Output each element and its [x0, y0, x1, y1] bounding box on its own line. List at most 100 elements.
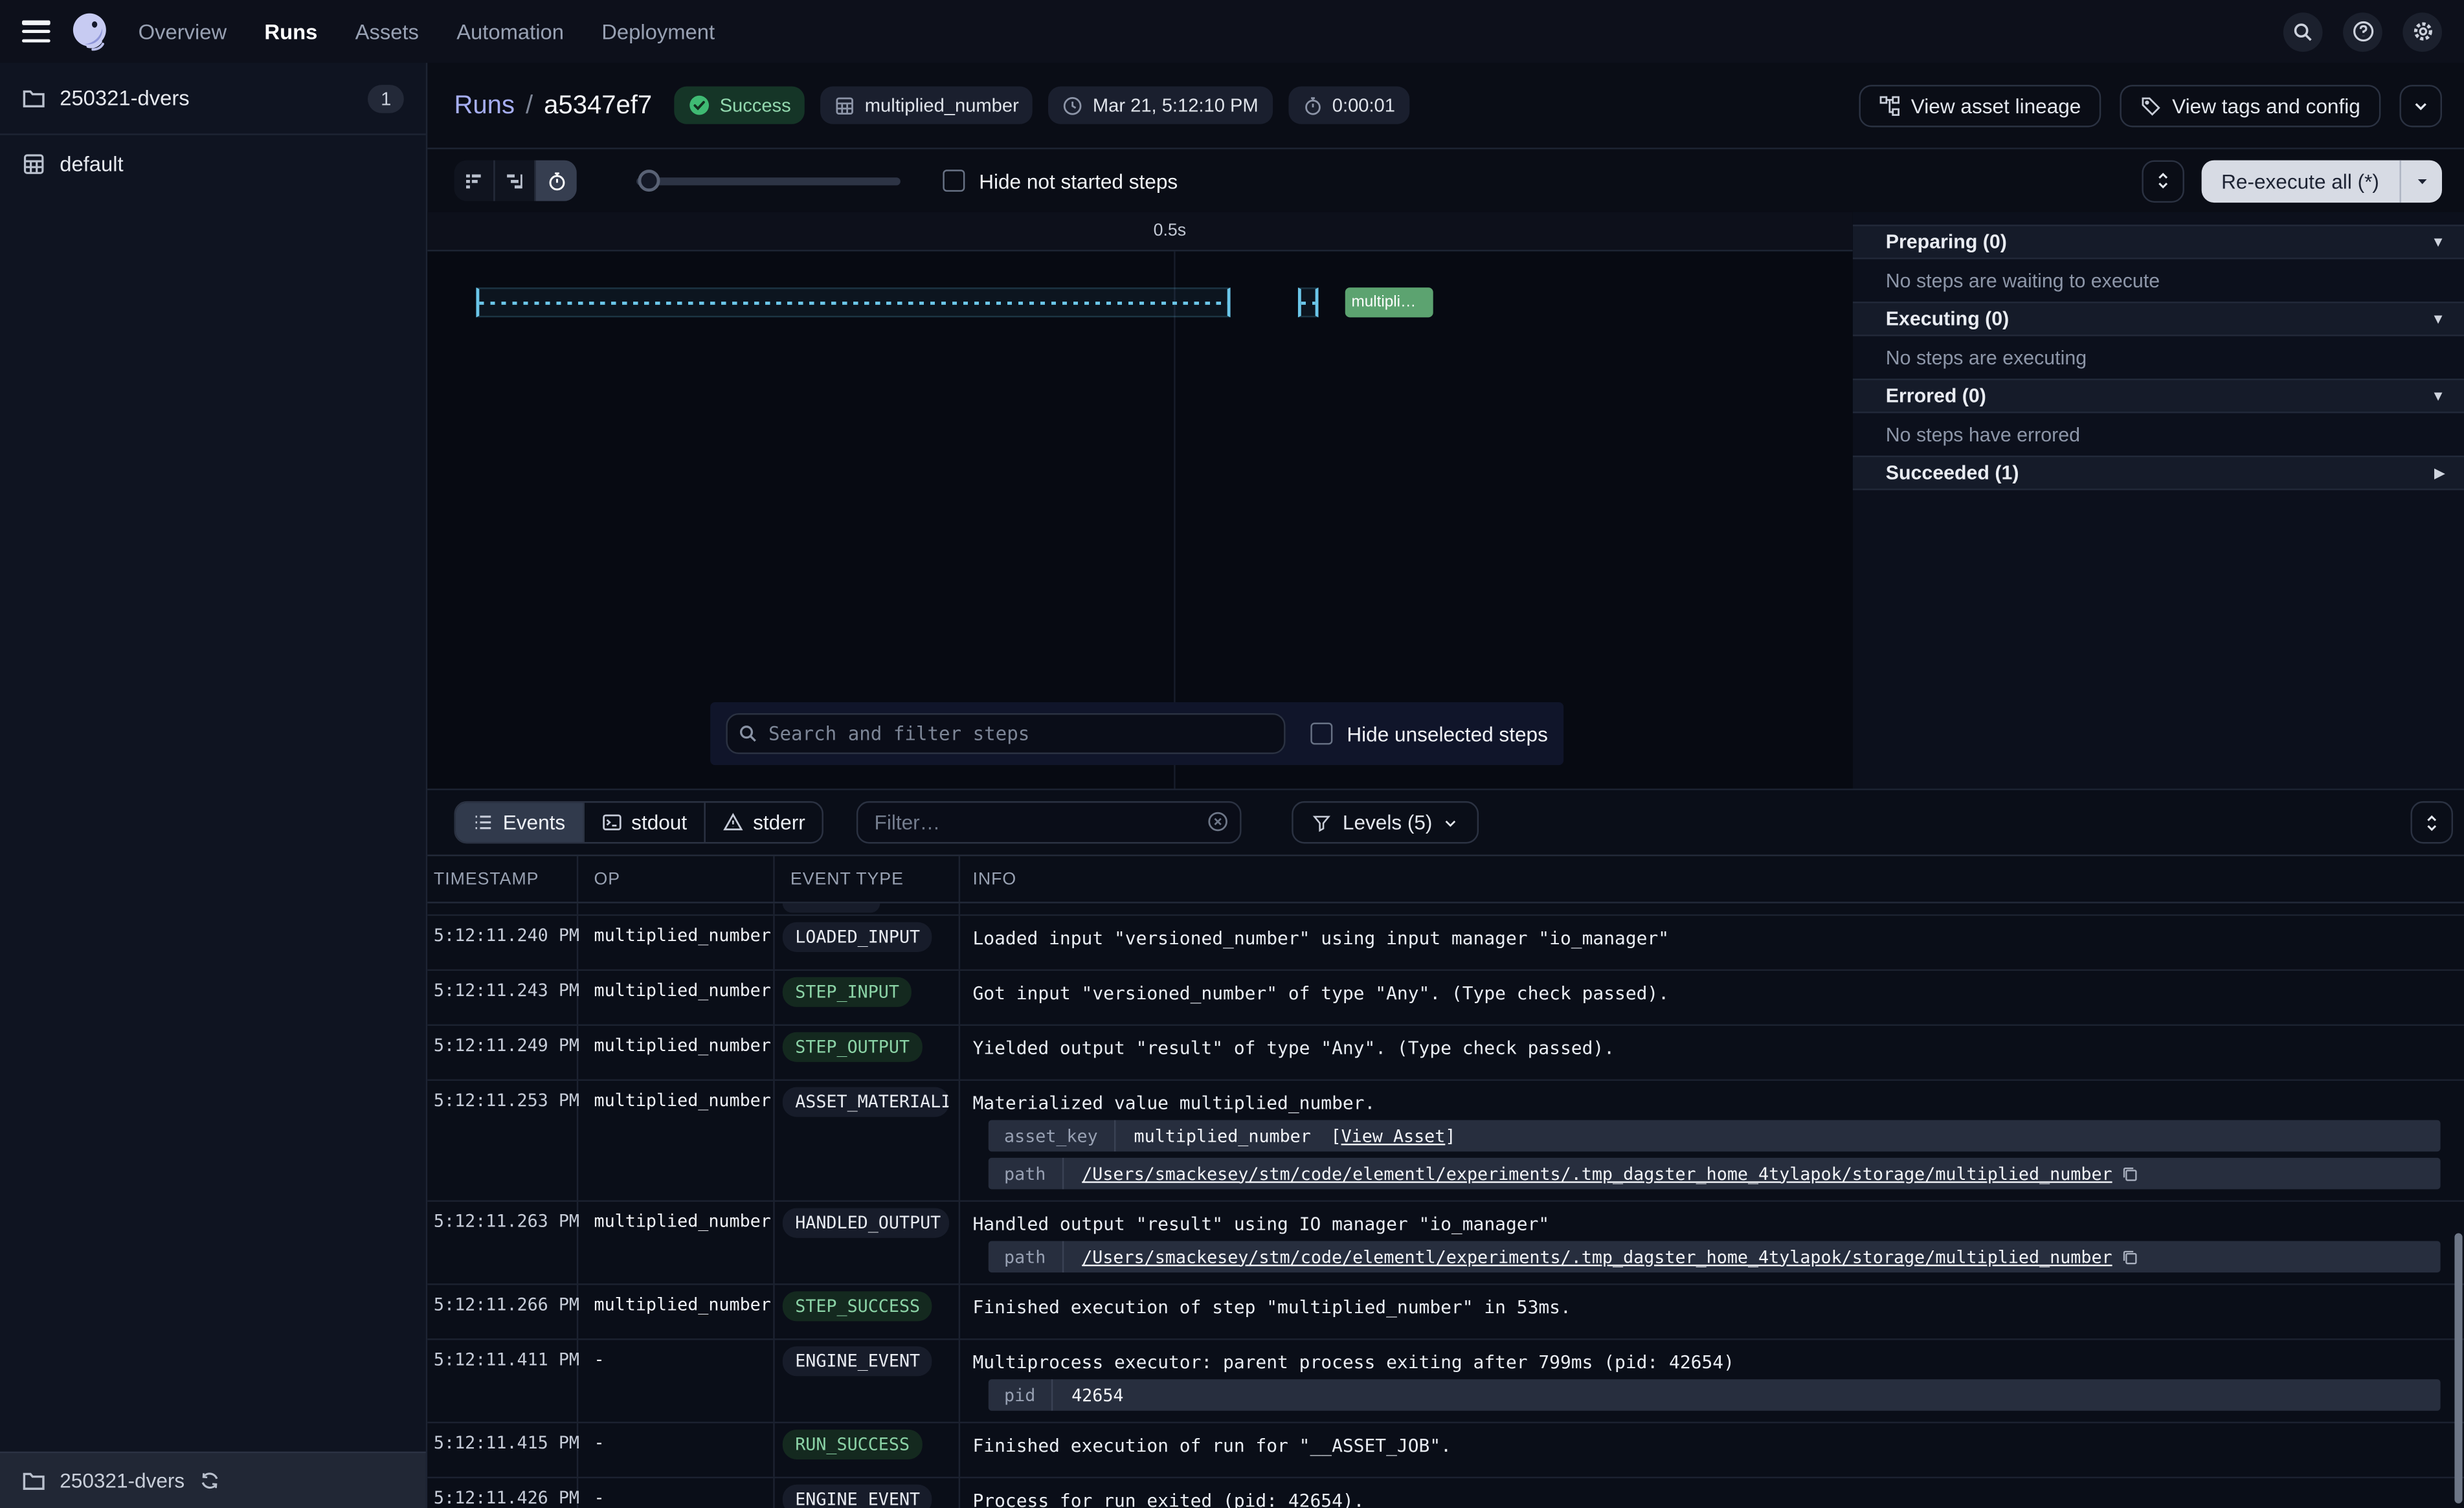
- tab-stdout[interactable]: stdout: [584, 803, 706, 842]
- table-row[interactable]: 5:12:11.253 PMmultiplied_numberASSET_MAT…: [427, 1081, 2464, 1202]
- column-header-event-type: EVENT TYPE: [775, 856, 960, 902]
- table-row-partial[interactable]: [427, 904, 2464, 916]
- help-button[interactable]: [2343, 12, 2382, 51]
- view-mode-waterfall-button[interactable]: [495, 161, 536, 201]
- gantt-zoom-slider[interactable]: [636, 161, 901, 201]
- tag-icon: [2141, 95, 2162, 116]
- path-link[interactable]: /Users/smackesey/stm/code/elementl/exper…: [1082, 1163, 2112, 1184]
- breadcrumb-runs-link[interactable]: Runs: [454, 91, 515, 120]
- metadata-value-text: multiplied_number: [1134, 1125, 1311, 1146]
- reexecute-all-button[interactable]: Re-execute all (*): [2201, 159, 2401, 202]
- event-timestamp: 5:12:11.253 PM: [427, 1081, 578, 1200]
- event-type-badge: STEP_OUTPUT: [783, 1032, 923, 1062]
- copy-icon[interactable]: [2122, 1248, 2139, 1265]
- step-status-panel: Preparing (0) ▼ No steps are waiting to …: [1853, 212, 2464, 789]
- slider-track[interactable]: [636, 177, 901, 185]
- topnav-actions: [2283, 12, 2442, 51]
- hide-not-started-label: Hide not started steps: [979, 169, 1178, 192]
- clear-filter-icon[interactable]: [1207, 810, 1229, 832]
- menu-icon[interactable]: [22, 21, 50, 43]
- nav-item-runs[interactable]: Runs: [264, 19, 317, 43]
- nav-item-assets[interactable]: Assets: [355, 19, 419, 43]
- event-type-badge: LOADED_INPUT: [783, 922, 933, 952]
- section-errored-header[interactable]: Errored (0) ▼: [1853, 379, 2464, 413]
- event-type-badge: RUN_SUCCESS: [783, 1430, 923, 1459]
- unfold-icon: [2423, 813, 2441, 832]
- section-preparing-header[interactable]: Preparing (0) ▼: [1853, 225, 2464, 259]
- metadata-label: path: [989, 1158, 1063, 1190]
- section-succeeded-header[interactable]: Succeeded (1) ▶: [1853, 456, 2464, 490]
- caret-down-icon: ▼: [2431, 311, 2445, 327]
- step-search-input[interactable]: [726, 713, 1285, 754]
- hide-not-started-checkbox[interactable]: [943, 170, 965, 192]
- search-button[interactable]: [2283, 12, 2323, 51]
- event-op: -: [578, 1423, 774, 1477]
- view-tags-config-button[interactable]: View tags and config: [2120, 84, 2380, 127]
- table-row[interactable]: 5:12:11.426 PM-ENGINE_EVENTProcess for r…: [427, 1478, 2464, 1508]
- event-info-text: Yielded output "result" of type "Any". (…: [972, 1037, 2463, 1059]
- event-op: multiplied_number: [578, 1285, 774, 1339]
- levels-filter-button[interactable]: Levels (5): [1292, 801, 1479, 844]
- lineage-icon: [1879, 95, 1900, 116]
- gantt-wait-span-small[interactable]: [1298, 287, 1319, 317]
- expand-log-button[interactable]: [2410, 801, 2453, 844]
- nav-item-overview[interactable]: Overview: [139, 19, 227, 43]
- section-executing-header[interactable]: Executing (0) ▼: [1853, 302, 2464, 336]
- top-nav: Overview Runs Assets Automation Deployme…: [0, 0, 2464, 63]
- clock-icon: [1063, 95, 1084, 116]
- slider-handle[interactable]: [638, 170, 660, 192]
- event-info-text: Materialized value multiplied_number.: [972, 1092, 2463, 1114]
- tab-stderr[interactable]: stderr: [706, 803, 822, 842]
- run-id: a5347ef7: [544, 91, 652, 120]
- table-row[interactable]: 5:12:11.263 PMmultiplied_numberHANDLED_O…: [427, 1202, 2464, 1285]
- event-metadata-row: pid42654: [989, 1379, 2441, 1411]
- table-row[interactable]: 5:12:11.415 PM-RUN_SUCCESS Finished execu…: [427, 1423, 2464, 1478]
- reexecute-dropdown-button[interactable]: [2401, 159, 2442, 202]
- tab-events[interactable]: Events: [456, 803, 584, 842]
- table-row[interactable]: 5:12:11.266 PMmultiplied_numberSTEP_SUCC…: [427, 1285, 2464, 1340]
- list-icon: [473, 812, 494, 833]
- table-row[interactable]: 5:12:11.411 PM-ENGINE_EVENTMultiprocess …: [427, 1340, 2464, 1423]
- nav-item-automation[interactable]: Automation: [456, 19, 564, 43]
- table-row[interactable]: 5:12:11.240 PMmultiplied_number LOADED_IN…: [427, 916, 2464, 971]
- table-row[interactable]: 5:12:11.249 PMmultiplied_numberSTEP_OUTP…: [427, 1026, 2464, 1081]
- gantt-step-bar[interactable]: multipli…: [1345, 287, 1433, 317]
- gantt-toolbar: Hide not started steps Re-execute all (*…: [427, 150, 2464, 212]
- view-asset-lineage-button[interactable]: View asset lineage: [1859, 84, 2101, 127]
- vertical-scrollbar-thumb[interactable]: [2454, 1233, 2462, 1503]
- status-badge: Success: [674, 87, 805, 124]
- copy-icon[interactable]: [2122, 1165, 2139, 1182]
- table-row[interactable]: 5:12:11.243 PMmultiplied_numberSTEP_INPU…: [427, 971, 2464, 1026]
- metadata-label: asset_key: [989, 1120, 1115, 1152]
- run-start-time-pill: Mar 21, 5:12:10 PM: [1049, 87, 1273, 124]
- event-info-text: Loaded input "versioned_number" using in…: [972, 927, 2463, 949]
- event-filter-input[interactable]: [857, 801, 1242, 844]
- gantt-wait-span[interactable]: [476, 287, 1230, 317]
- view-mode-flat-button[interactable]: [454, 161, 495, 201]
- flat-view-icon: [464, 170, 484, 191]
- sidebar-job-default[interactable]: default: [0, 135, 426, 194]
- dagster-logo[interactable]: [69, 11, 110, 52]
- event-op: multiplied_number: [578, 971, 774, 1025]
- event-info-text: Finished execution of run for "__ASSET_J…: [972, 1434, 2463, 1456]
- event-type-badge: ENGINE_EVENT: [783, 1485, 933, 1508]
- repo-count-badge: 1: [368, 84, 404, 113]
- breadcrumb: Runs / a5347ef7: [454, 91, 652, 120]
- expand-panel-button[interactable]: [2141, 159, 2184, 202]
- hide-unselected-checkbox[interactable]: [1311, 723, 1333, 745]
- nav-item-deployment[interactable]: Deployment: [601, 19, 715, 43]
- view-asset-link[interactable]: View Asset: [1341, 1125, 1446, 1146]
- path-link[interactable]: /Users/smackesey/stm/code/elementl/exper…: [1082, 1247, 2112, 1267]
- event-op: multiplied_number: [578, 916, 774, 970]
- reload-icon[interactable]: [199, 1470, 219, 1491]
- settings-button[interactable]: [2402, 12, 2442, 51]
- sidebar-repo-row[interactable]: 250321-dvers 1: [0, 63, 426, 135]
- hide-not-started-checkbox-row[interactable]: Hide not started steps: [943, 169, 1178, 192]
- asset-tag-pill[interactable]: multiplied_number: [821, 87, 1033, 124]
- event-timestamp: 5:12:11.415 PM: [427, 1423, 578, 1477]
- caret-down-icon: [2415, 173, 2429, 188]
- hide-unselected-checkbox-row[interactable]: Hide unselected steps: [1311, 722, 1548, 745]
- view-mode-timed-button[interactable]: [536, 161, 577, 201]
- event-timestamp: 5:12:11.240 PM: [427, 916, 578, 970]
- run-header-more-button[interactable]: [2399, 84, 2442, 127]
